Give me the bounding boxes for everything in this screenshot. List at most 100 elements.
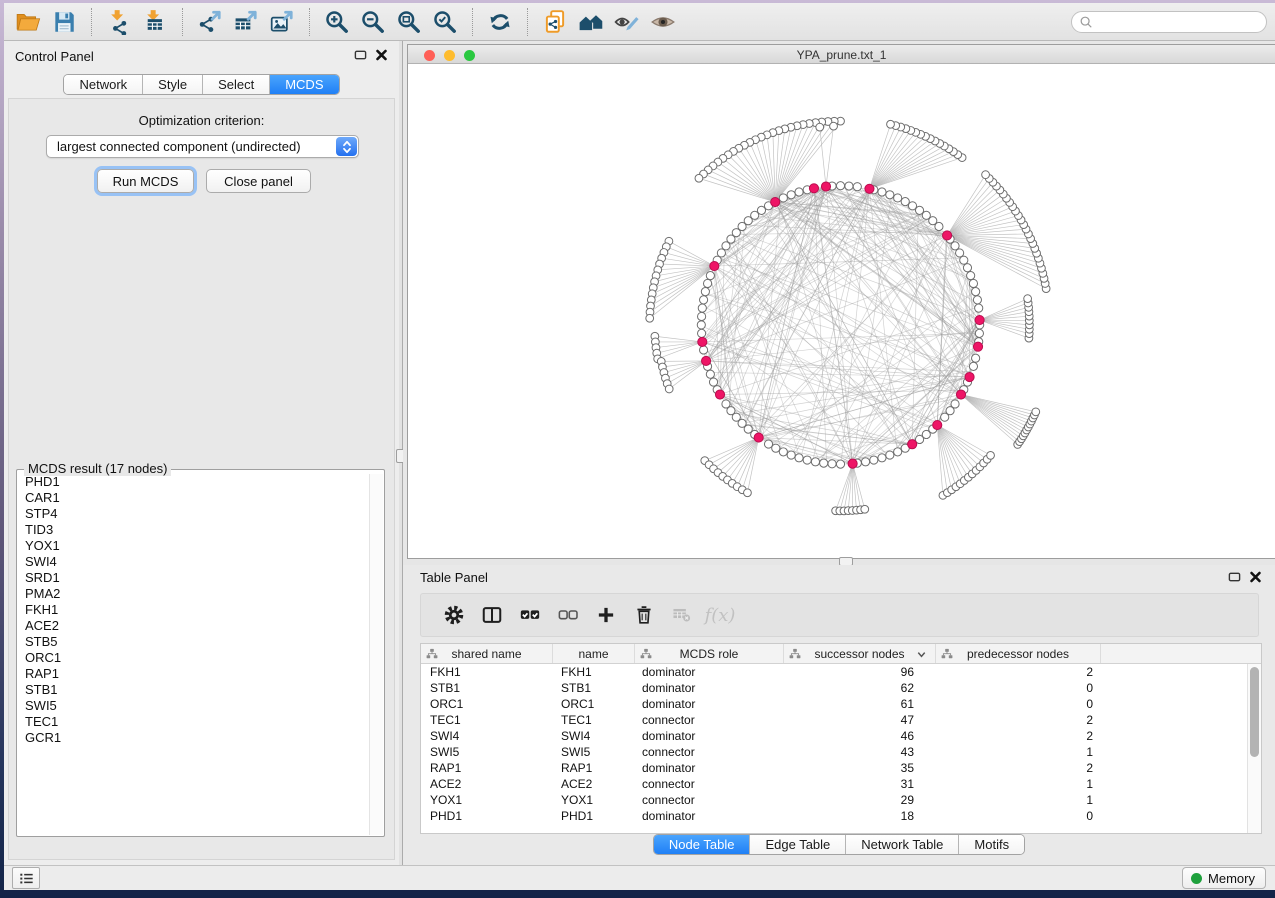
name-cell[interactable]: YOX1 [553, 792, 635, 808]
tab-mcds[interactable]: MCDS [270, 75, 338, 94]
tab-edge-table[interactable]: Edge Table [750, 835, 846, 854]
table-scrollbar[interactable] [1247, 664, 1261, 833]
table-row[interactable]: ORC1ORC1dominator610 [421, 696, 1261, 712]
mcds-role-cell[interactable]: dominator [635, 760, 784, 776]
name-cell[interactable]: RAP1 [553, 760, 635, 776]
mcds-role-cell[interactable]: dominator [635, 664, 784, 680]
zoom-fit-button[interactable] [393, 6, 425, 38]
show-eye-button[interactable] [647, 6, 679, 38]
task-history-button[interactable] [12, 867, 40, 889]
successor-nodes-cell[interactable]: 31 [784, 776, 936, 792]
copy-network-button[interactable] [539, 6, 571, 38]
export-image-button[interactable] [266, 6, 298, 38]
hide-eye-button[interactable] [611, 6, 643, 38]
predecessor-nodes-cell[interactable]: 2 [936, 712, 1101, 728]
close-table-panel-icon[interactable] [1248, 571, 1262, 584]
name-cell[interactable]: ORC1 [553, 696, 635, 712]
network-graph[interactable] [408, 64, 1275, 558]
table-row[interactable]: ACE2ACE2connector311 [421, 776, 1261, 792]
table-row[interactable]: FKH1FKH1dominator962 [421, 664, 1261, 680]
mcds-role-cell[interactable]: dominator [635, 728, 784, 744]
gear-button[interactable] [435, 598, 473, 632]
mcds-role-cell[interactable]: dominator [635, 808, 784, 824]
network-canvas[interactable] [408, 64, 1275, 558]
column-header-predecessor-nodes[interactable]: predecessor nodes [936, 644, 1101, 663]
table-row[interactable]: PHD1PHD1dominator180 [421, 808, 1261, 824]
predecessor-nodes-cell[interactable]: 0 [936, 696, 1101, 712]
successor-nodes-cell[interactable]: 43 [784, 744, 936, 760]
mcds-result-item[interactable]: SWI4 [18, 554, 369, 570]
column-header-name[interactable]: name [553, 644, 635, 663]
export-table-button[interactable] [230, 6, 262, 38]
predecessor-nodes-cell[interactable]: 0 [936, 680, 1101, 696]
zoom-selected-button[interactable] [429, 6, 461, 38]
table-row[interactable]: STB1STB1dominator620 [421, 680, 1261, 696]
mcds-result-item[interactable]: STB5 [18, 634, 369, 650]
import-table-button[interactable] [139, 6, 171, 38]
delete-button[interactable] [625, 598, 663, 632]
node-table[interactable]: shared namenameMCDS rolesuccessor nodesp… [420, 643, 1262, 834]
shared-name-cell[interactable]: ACE2 [421, 776, 553, 792]
table-row[interactable]: YOX1YOX1connector291 [421, 792, 1261, 808]
shared-name-cell[interactable]: ORC1 [421, 696, 553, 712]
refresh-button[interactable] [484, 6, 516, 38]
tab-node-table[interactable]: Node Table [654, 835, 751, 854]
successor-nodes-cell[interactable]: 62 [784, 680, 936, 696]
mcds-list-scrollbar[interactable] [369, 474, 383, 835]
table-row[interactable]: RAP1RAP1dominator352 [421, 760, 1261, 776]
shared-name-cell[interactable]: RAP1 [421, 760, 553, 776]
predecessor-nodes-cell[interactable]: 1 [936, 744, 1101, 760]
successor-nodes-cell[interactable]: 46 [784, 728, 936, 744]
close-panel-icon[interactable] [374, 49, 388, 62]
network-window-titlebar[interactable]: YPA_prune.txt_1 [408, 45, 1275, 64]
name-cell[interactable]: STB1 [553, 680, 635, 696]
split-columns-button[interactable] [473, 598, 511, 632]
shared-name-cell[interactable]: FKH1 [421, 664, 553, 680]
predecessor-nodes-cell[interactable]: 0 [936, 808, 1101, 824]
mcds-result-list[interactable]: PHD1CAR1STP4TID3YOX1SWI4SRD1PMA2FKH1ACE2… [18, 474, 369, 835]
houses-button[interactable] [575, 6, 607, 38]
mcds-result-item[interactable]: SWI5 [18, 698, 369, 714]
mcds-result-item[interactable]: GCR1 [18, 730, 369, 746]
successor-nodes-cell[interactable]: 29 [784, 792, 936, 808]
run-mcds-button[interactable]: Run MCDS [97, 169, 194, 193]
mcds-result-item[interactable]: TID3 [18, 522, 369, 538]
optimization-criterion-select[interactable]: largest connected component (undirected) [46, 135, 359, 158]
open-file-button[interactable] [12, 6, 44, 38]
delete-table-button[interactable] [663, 598, 701, 632]
table-row[interactable]: SWI5SWI5connector431 [421, 744, 1261, 760]
tab-select[interactable]: Select [203, 75, 270, 94]
name-cell[interactable]: SWI5 [553, 744, 635, 760]
mcds-result-item[interactable]: ORC1 [18, 650, 369, 666]
mcds-role-cell[interactable]: connector [635, 776, 784, 792]
column-header-shared-name[interactable]: shared name [421, 644, 553, 663]
name-cell[interactable]: TEC1 [553, 712, 635, 728]
zoom-out-button[interactable] [357, 6, 389, 38]
close-panel-button[interactable]: Close panel [206, 169, 311, 193]
mcds-result-item[interactable]: CAR1 [18, 490, 369, 506]
mcds-result-item[interactable]: RAP1 [18, 666, 369, 682]
tab-network[interactable]: Network [64, 75, 143, 94]
mcds-result-item[interactable]: STB1 [18, 682, 369, 698]
save-session-button[interactable] [48, 6, 80, 38]
table-row[interactable]: TEC1TEC1connector472 [421, 712, 1261, 728]
successor-nodes-cell[interactable]: 47 [784, 712, 936, 728]
name-cell[interactable]: ACE2 [553, 776, 635, 792]
add-button[interactable] [587, 598, 625, 632]
zoom-in-button[interactable] [321, 6, 353, 38]
successor-nodes-cell[interactable]: 61 [784, 696, 936, 712]
shared-name-cell[interactable]: SWI4 [421, 728, 553, 744]
column-header-successor-nodes[interactable]: successor nodes [784, 644, 936, 663]
function-builder-button[interactable]: f(x) [701, 598, 739, 632]
mcds-result-item[interactable]: TEC1 [18, 714, 369, 730]
successor-nodes-cell[interactable]: 96 [784, 664, 936, 680]
deselect-all-button[interactable] [549, 598, 587, 632]
mcds-role-cell[interactable]: dominator [635, 696, 784, 712]
shared-name-cell[interactable]: SWI5 [421, 744, 553, 760]
select-all-button[interactable] [511, 598, 549, 632]
successor-nodes-cell[interactable]: 35 [784, 760, 936, 776]
name-cell[interactable]: PHD1 [553, 808, 635, 824]
import-network-button[interactable] [103, 6, 135, 38]
mcds-role-cell[interactable]: connector [635, 792, 784, 808]
column-header-MCDS-role[interactable]: MCDS role [635, 644, 784, 663]
